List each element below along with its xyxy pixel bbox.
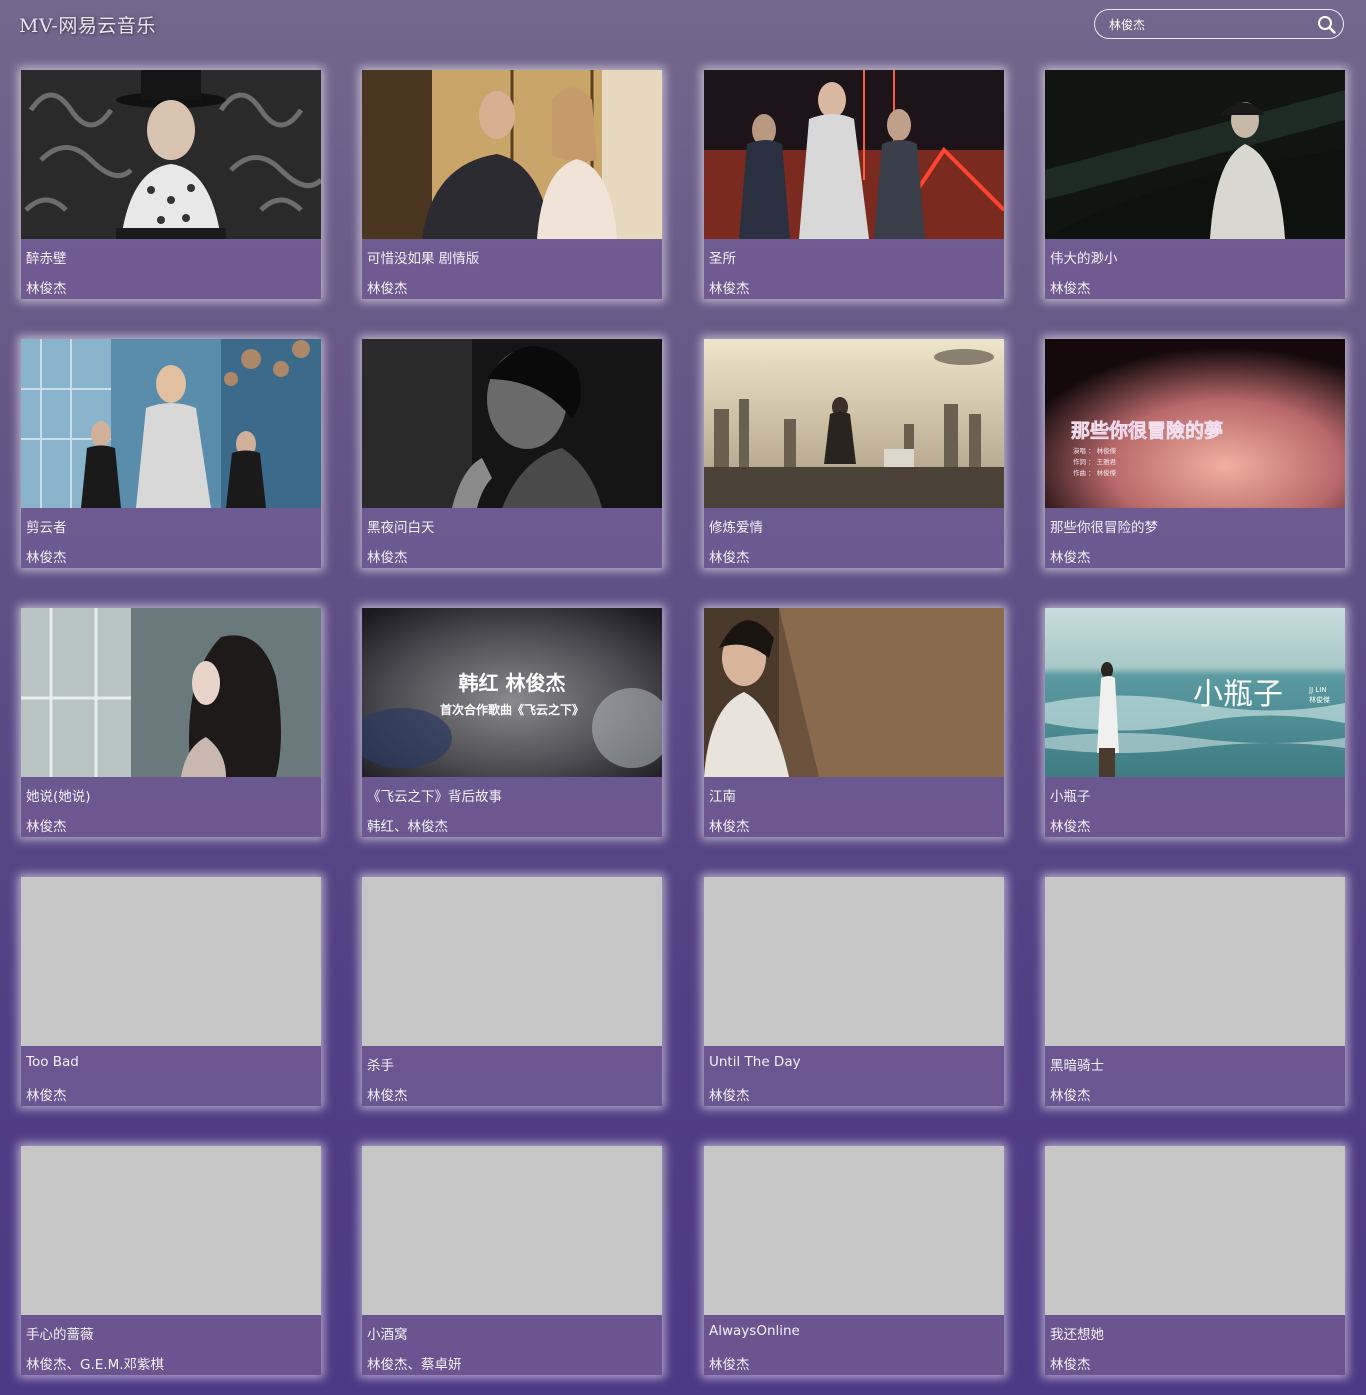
mv-artist[interactable]: 林俊杰 xyxy=(1050,1353,1340,1373)
mv-artist[interactable]: 林俊杰 xyxy=(26,277,316,297)
mv-thumb-credit-text: 作曲 ： 林俊傑 xyxy=(1073,468,1117,477)
mv-card[interactable]: 圣所 林俊杰 xyxy=(704,70,1004,299)
mv-title[interactable]: 黑暗骑士 xyxy=(1050,1054,1340,1074)
mv-title[interactable]: 黑夜问白天 xyxy=(367,516,657,536)
mv-artist[interactable]: 林俊杰 xyxy=(26,546,316,566)
mv-title[interactable]: 杀手 xyxy=(367,1054,657,1074)
search-input[interactable] xyxy=(1109,14,1309,34)
mv-artist[interactable]: 林俊杰 xyxy=(1050,815,1340,835)
mv-artist[interactable]: 林俊杰 xyxy=(1050,546,1340,566)
mv-thumbnail[interactable] xyxy=(704,339,1004,508)
mv-thumbnail[interactable] xyxy=(21,339,321,508)
mv-card[interactable]: 杀手 林俊杰 xyxy=(362,877,662,1106)
mv-artist[interactable]: 林俊杰 xyxy=(709,1353,999,1373)
mv-artist[interactable]: 林俊杰 xyxy=(709,277,999,297)
mv-thumb-credit-text: 作詞 ： 王雅君 xyxy=(1073,457,1117,466)
mv-artist[interactable]: 林俊杰 xyxy=(709,815,999,835)
mv-card[interactable]: 小瓶子 JJ LIN 林俊傑 小瓶子 林俊杰 xyxy=(1045,608,1345,837)
mv-artist[interactable]: 林俊杰、G.E.M.邓紫棋 xyxy=(26,1353,316,1373)
mv-thumbnail-placeholder[interactable] xyxy=(704,1146,1004,1315)
mv-thumbnail-placeholder[interactable] xyxy=(21,1146,321,1315)
mv-thumb-subtitle-text: 首次合作歌曲《飞云之下》 xyxy=(440,702,584,717)
mv-title[interactable]: 剪云者 xyxy=(26,516,316,536)
mv-title[interactable]: 江南 xyxy=(709,785,999,805)
mv-thumb-credit-text: 演唱 ： 林俊傑 xyxy=(1073,446,1117,455)
mv-artist[interactable]: 林俊杰 xyxy=(1050,1084,1340,1104)
mv-title[interactable]: 小瓶子 xyxy=(1050,785,1340,805)
mv-card[interactable]: 小酒窝 林俊杰、蔡卓妍 xyxy=(362,1146,662,1375)
mv-card[interactable]: 她说(她说) 林俊杰 xyxy=(21,608,321,837)
mv-thumb-title-text: 韩红 林俊杰 xyxy=(459,671,566,695)
mv-thumbnail[interactable] xyxy=(704,608,1004,777)
mv-thumbnail[interactable] xyxy=(704,70,1004,239)
mv-card[interactable]: Too Bad 林俊杰 xyxy=(21,877,321,1106)
mv-card[interactable]: AlwaysOnline 林俊杰 xyxy=(704,1146,1004,1375)
mv-card[interactable]: 伟大的渺小 林俊杰 xyxy=(1045,70,1345,299)
mv-artist[interactable]: 林俊杰 xyxy=(367,277,657,297)
mv-card[interactable]: 那些你很冒險的夢 演唱 ： 林俊傑 作詞 ： 王雅君 作曲 ： 林俊傑 那些你很… xyxy=(1045,339,1345,568)
top-bar: MV-网易云音乐 xyxy=(0,0,1366,50)
mv-card[interactable]: 可惜没如果 剧情版 林俊杰 xyxy=(362,70,662,299)
mv-card[interactable]: 我还想她 林俊杰 xyxy=(1045,1146,1345,1375)
search-icon[interactable] xyxy=(1317,15,1336,34)
mv-thumbnail[interactable]: 小瓶子 JJ LIN 林俊傑 xyxy=(1045,608,1345,777)
mv-card[interactable]: 韩红 林俊杰 首次合作歌曲《飞云之下》 《飞云之下》背后故事 韩红、林俊杰 xyxy=(362,608,662,837)
mv-artist[interactable]: 林俊杰 xyxy=(709,1084,999,1104)
mv-card[interactable]: 醉赤壁 林俊杰 xyxy=(21,70,321,299)
mv-card[interactable]: 江南 林俊杰 xyxy=(704,608,1004,837)
mv-card[interactable]: 修炼爱情 林俊杰 xyxy=(704,339,1004,568)
mv-title[interactable]: 那些你很冒险的梦 xyxy=(1050,516,1340,536)
mv-title[interactable]: Until The Day xyxy=(709,1054,999,1070)
mv-thumbnail-placeholder[interactable] xyxy=(362,1146,662,1315)
mv-artist[interactable]: 林俊杰、蔡卓妍 xyxy=(367,1353,657,1373)
mv-thumb-title-text: 小瓶子 xyxy=(1193,677,1283,712)
mv-title[interactable]: 《飞云之下》背后故事 xyxy=(367,785,657,805)
mv-thumbnail[interactable] xyxy=(362,70,662,239)
mv-thumbnail-placeholder[interactable] xyxy=(362,877,662,1046)
mv-title[interactable]: 圣所 xyxy=(709,247,999,267)
mv-thumb-title-text: 那些你很冒險的夢 xyxy=(1071,419,1223,442)
mv-card[interactable]: Until The Day 林俊杰 xyxy=(704,877,1004,1106)
mv-artist[interactable]: 韩红、林俊杰 xyxy=(367,815,657,835)
mv-thumbnail-placeholder[interactable] xyxy=(704,877,1004,1046)
mv-card[interactable]: 剪云者 林俊杰 xyxy=(21,339,321,568)
mv-artist[interactable]: 林俊杰 xyxy=(709,546,999,566)
mv-title[interactable]: 可惜没如果 剧情版 xyxy=(367,247,657,267)
mv-artist[interactable]: 林俊杰 xyxy=(26,815,316,835)
mv-title[interactable]: 修炼爱情 xyxy=(709,516,999,536)
mv-artist[interactable]: 林俊杰 xyxy=(367,546,657,566)
mv-artist[interactable]: 林俊杰 xyxy=(367,1084,657,1104)
mv-card[interactable]: 手心的蔷薇 林俊杰、G.E.M.邓紫棋 xyxy=(21,1146,321,1375)
mv-thumbnail-placeholder[interactable] xyxy=(21,877,321,1046)
mv-artist[interactable]: 林俊杰 xyxy=(1050,277,1340,297)
mv-title[interactable]: Too Bad xyxy=(26,1054,316,1070)
search-box[interactable] xyxy=(1094,9,1344,39)
mv-thumbnail[interactable]: 韩红 林俊杰 首次合作歌曲《飞云之下》 xyxy=(362,608,662,777)
mv-thumbnail[interactable] xyxy=(21,70,321,239)
mv-title[interactable]: 醉赤壁 xyxy=(26,247,316,267)
mv-title[interactable]: AlwaysOnline xyxy=(709,1323,999,1339)
mv-thumb-side-text: 林俊傑 xyxy=(1309,695,1330,704)
mv-artist[interactable]: 林俊杰 xyxy=(26,1084,316,1104)
mv-thumbnail[interactable] xyxy=(362,339,662,508)
app-title: MV-网易云音乐 xyxy=(19,15,156,37)
mv-thumb-side-text: JJ LIN xyxy=(1308,686,1327,694)
mv-title[interactable]: 伟大的渺小 xyxy=(1050,247,1340,267)
mv-title[interactable]: 我还想她 xyxy=(1050,1323,1340,1343)
mv-card[interactable]: 黑暗骑士 林俊杰 xyxy=(1045,877,1345,1106)
mv-thumbnail[interactable]: 那些你很冒險的夢 演唱 ： 林俊傑 作詞 ： 王雅君 作曲 ： 林俊傑 xyxy=(1045,339,1345,508)
mv-thumbnail[interactable] xyxy=(21,608,321,777)
mv-thumbnail-placeholder[interactable] xyxy=(1045,1146,1345,1315)
mv-title[interactable]: 手心的蔷薇 xyxy=(26,1323,316,1343)
mv-card[interactable]: 黑夜问白天 林俊杰 xyxy=(362,339,662,568)
mv-thumbnail[interactable] xyxy=(1045,70,1345,239)
mv-title[interactable]: 她说(她说) xyxy=(26,785,316,805)
mv-thumbnail-placeholder[interactable] xyxy=(1045,877,1345,1046)
mv-title[interactable]: 小酒窝 xyxy=(367,1323,657,1343)
